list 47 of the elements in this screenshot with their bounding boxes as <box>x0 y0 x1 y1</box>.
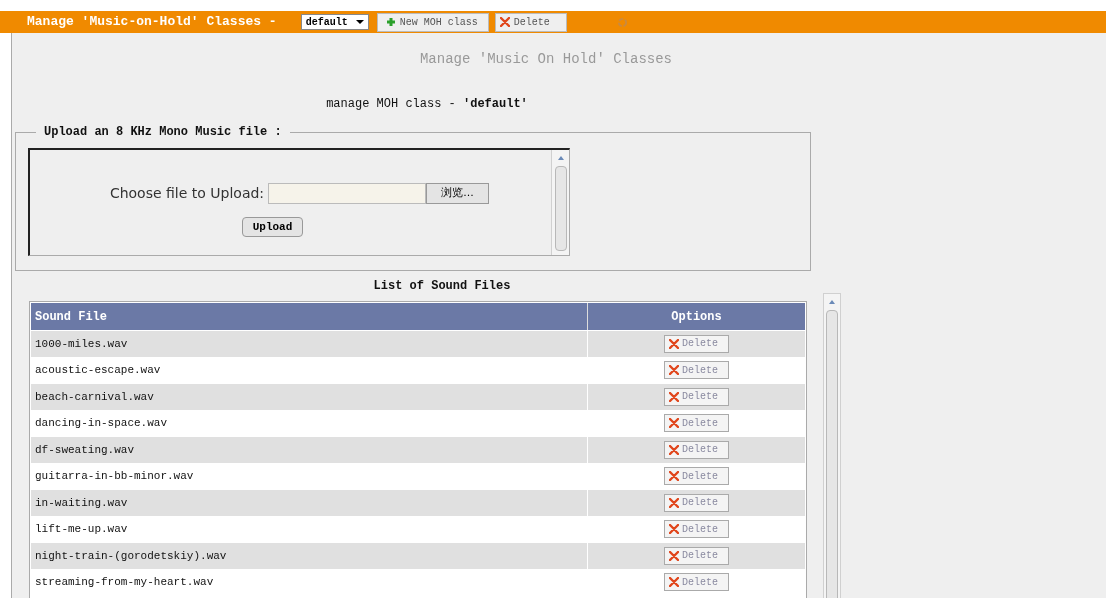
dropdown-caret-icon <box>355 19 364 25</box>
new-class-button[interactable]: New MOH class <box>376 12 489 32</box>
scrollbar[interactable] <box>551 150 569 255</box>
delete-icon <box>669 338 679 349</box>
column-header: Options <box>670 308 723 326</box>
toolbar-title: Manage 'Music-on-Hold' Classes - <box>27 13 277 32</box>
delete-button[interactable]: Delete <box>664 573 729 592</box>
refresh-icon[interactable] <box>616 16 628 28</box>
table-cell: beach-carnival.wav <box>31 384 588 410</box>
table-cell: in-waiting.wav <box>31 490 588 516</box>
table-cell: df-sweating.wav <box>31 437 588 463</box>
table-cell: 1000-miles.wav <box>31 331 588 357</box>
delete-button[interactable]: Delete <box>664 414 729 433</box>
upload-legend: Upload an 8 KHz Mono Music file : <box>36 123 290 141</box>
delete-button[interactable]: Delete <box>664 361 729 380</box>
class-select[interactable]: default <box>300 14 369 30</box>
delete-icon <box>669 550 679 561</box>
delete-icon <box>499 17 510 27</box>
page-heading: Manage 'Music On Hold' Classes <box>419 50 672 69</box>
scroll-up-arrow-icon[interactable] <box>828 298 836 306</box>
browse-button[interactable]: 浏览... <box>426 183 490 204</box>
delete-button[interactable]: Delete <box>664 334 729 353</box>
delete-button[interactable]: Delete <box>664 467 729 486</box>
delete-icon <box>669 418 679 429</box>
scrollbar[interactable] <box>823 293 841 598</box>
upload-button[interactable]: Upload <box>241 217 304 237</box>
delete-icon <box>669 497 679 508</box>
delete-button[interactable]: Delete <box>664 546 729 565</box>
table-cell: streaming-from-my-heart.wav <box>31 569 588 595</box>
file-path-field[interactable] <box>268 183 427 204</box>
scroll-up-arrow-icon[interactable] <box>556 154 565 162</box>
delete-icon <box>669 365 679 376</box>
delete-button[interactable]: Delete <box>664 520 729 539</box>
delete-icon <box>669 444 679 455</box>
delete-icon <box>669 524 679 535</box>
delete-icon <box>669 471 679 482</box>
delete-button[interactable]: Delete <box>664 493 729 512</box>
upload-label: Choose file to Upload: <box>109 184 265 203</box>
delete-icon <box>669 577 679 588</box>
delete-button[interactable]: Delete <box>664 387 729 406</box>
list-title: List of Sound Files <box>373 278 511 295</box>
plus-icon <box>385 17 396 27</box>
table-cell: night-train-(gorodetskiy).wav <box>31 543 588 569</box>
delete-class-button[interactable]: Delete <box>494 12 567 32</box>
delete-button[interactable]: Delete <box>664 440 729 459</box>
class-subheading: manage MOH class - 'default' <box>326 96 528 113</box>
delete-icon <box>669 391 679 402</box>
